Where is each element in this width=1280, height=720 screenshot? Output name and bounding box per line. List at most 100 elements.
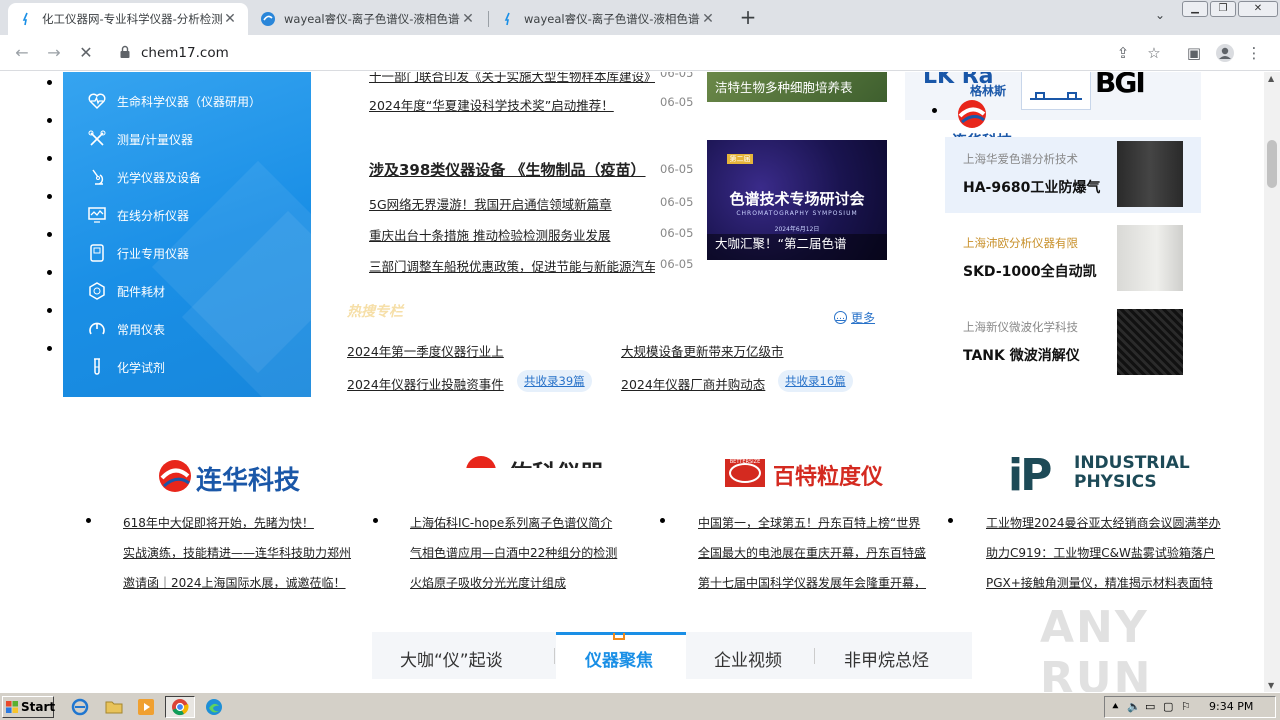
category-meters[interactable]: 常用仪表 [87, 316, 165, 342]
tab-nmhc[interactable]: 非甲烷总烃 [844, 646, 929, 671]
vendor-card[interactable]: 上海华爱色谱分析技术 HA-9680工业防爆气 [945, 137, 1201, 213]
vendor-card[interactable]: 上海沛欧分析仪器有限 SKD-1000全自动凯 [945, 221, 1201, 297]
vendor-logo-partial[interactable]: BGI [1095, 72, 1146, 99]
profile-avatar-icon[interactable] [1215, 43, 1235, 63]
tab-company-video[interactable]: 企业视频 [714, 646, 782, 671]
youke-logo-icon [466, 456, 496, 468]
brand-badge: BETTERSIZE [729, 459, 761, 465]
brand-news-link[interactable]: 中国第一，全球第五！丹东百特上榜“世界 [698, 514, 934, 531]
news-link[interactable]: 重庆出台十条措施 推动检验检测服务业发展 [369, 225, 655, 244]
category-label: 在线分析仪器 [117, 208, 190, 223]
brand-name: INDUSTRIAL PHYSICS [1074, 453, 1190, 492]
tab-close-icon[interactable]: ✕ [460, 11, 476, 27]
stop-loading-icon[interactable]: ✕ [74, 41, 98, 65]
vendor-card[interactable]: 上海新仪微波化学科技 TANK 微波消解仪 [945, 305, 1201, 381]
brand-news-link[interactable]: 火焰原子吸收分光光度计组成 [410, 574, 646, 591]
collection-count-badge[interactable]: 共收录39篇 [517, 370, 592, 392]
chromatography-banner[interactable]: 第二届 色谱技术专场研讨会 CHROMATOGRAPHY SYMPOSIUM 2… [707, 140, 887, 260]
back-arrow-icon[interactable]: ← [10, 41, 34, 65]
system-tray: ⯅ 🔈 ▭ ▢ ⚐ 9:34 PM [1104, 696, 1276, 718]
hot-topic-link[interactable]: 2024年仪器厂商并购动态 [621, 374, 765, 393]
chrome-taskbar-icon[interactable] [165, 696, 195, 718]
scrollbar-thumb[interactable] [1267, 140, 1277, 188]
category-reagents[interactable]: 化学试剂 [87, 354, 165, 380]
brand-news-link[interactable]: 工业物理2024曼谷亚太经销商会议圆满举办 [986, 514, 1222, 531]
address-bar[interactable]: chem17.com [108, 39, 1170, 67]
web-page: 生命科学仪器（仪器研用） 测量/计量仪器 光学仪器及设备 在线分析仪器 行业专用… [0, 72, 1264, 692]
folder-icon[interactable] [102, 696, 126, 718]
news-link[interactable]: 十一部门联合印发《关于实施大型生物样本库建设》 [369, 72, 655, 85]
list-bullet [47, 118, 52, 123]
volume-icon[interactable]: 🔈 [1127, 700, 1141, 713]
bookmark-star-icon[interactable]: ☆ [1144, 43, 1164, 63]
news-thumbnail[interactable]: 洁特生物多种细胞培养表 [707, 72, 887, 102]
news-link[interactable]: 三部门调整车船税优惠政策，促进节能与新能源汽车 [369, 256, 655, 275]
scroll-down-arrow-icon[interactable]: ▼ [1268, 681, 1274, 690]
side-panel-icon[interactable]: ▣ [1184, 43, 1204, 63]
heartbeat-icon [88, 93, 106, 110]
hot-topic-link[interactable]: 大规模设备更新带来万亿级市 [621, 341, 784, 360]
network-icon[interactable]: ▭ [1145, 700, 1155, 713]
vendor-logo-box[interactable] [1021, 72, 1091, 110]
collection-count-badge[interactable]: 共收录16篇 [778, 370, 853, 392]
news-link[interactable]: 2024年度“华夏建设科学技术奖”启动推荐！ [369, 95, 655, 114]
tab-search-chevron-icon[interactable]: ⌄ [1150, 8, 1170, 28]
brand-news-link[interactable]: 全国最大的电池展在重庆开幕，丹东百特盛 [698, 544, 934, 561]
brand-news-link[interactable]: 助力C919：工业物理C&W盐雾试验箱落户 [986, 544, 1222, 561]
edge-icon[interactable] [202, 696, 226, 718]
brand-news-link[interactable]: 第十七届中国科学仪器发展年会隆重开幕， [698, 574, 934, 591]
ie-icon[interactable] [68, 696, 92, 718]
tab-instrument-focus[interactable]: 仪器聚焦 [585, 646, 653, 671]
product-image [1117, 225, 1183, 291]
clock[interactable]: 9:34 PM [1209, 700, 1253, 713]
list-bullet [660, 518, 665, 523]
headline-link[interactable]: 涉及398类仪器设备 《生物制品（疫苗） [369, 159, 655, 180]
tab-expert-talk[interactable]: 大咖“仪”起谈 [400, 646, 503, 671]
category-measurement[interactable]: 测量/计量仪器 [87, 126, 193, 152]
brand-news-link[interactable]: 气相色谱应用—白酒中22种组分的检测 [410, 544, 646, 561]
category-optical[interactable]: 光学仪器及设备 [87, 164, 201, 190]
tab-chem17[interactable]: 化工仪器网-专业科学仪器-分析检测 ✕ [8, 3, 248, 35]
brand-news-link[interactable]: 618年中大促即将开始，先睹为快！ [123, 514, 359, 531]
category-online-analysis[interactable]: 在线分析仪器 [87, 202, 189, 228]
news-date: 06-05 [660, 72, 694, 80]
browser-toolbar: ← → ✕ chem17.com ⇪ ☆ ▣ ⋮ [0, 35, 1280, 71]
brand-news-link[interactable]: PGX+接触角测量仪，精准揭示材料表面特 [986, 574, 1222, 591]
hot-topic-link[interactable]: 2024年第一季度仪器行业上 [347, 341, 504, 360]
brand-logo-bettersize[interactable]: BETTERSIZE 百特粒度仪 [725, 452, 985, 502]
page-scrollbar[interactable]: ▲ ▼ [1264, 72, 1280, 692]
tab-close-icon[interactable]: ✕ [700, 11, 716, 27]
new-tab-button[interactable]: + [736, 6, 760, 30]
share-icon[interactable]: ⇪ [1113, 43, 1133, 63]
more-link[interactable]: … 更多 [834, 309, 875, 326]
category-life-science[interactable]: 生命科学仪器（仪器研用） [87, 88, 261, 114]
scroll-up-arrow-icon[interactable]: ▲ [1268, 74, 1274, 83]
tab-wayeal-1[interactable]: wayeal睿仪-离子色谱仪-液相色谱仪 ✕ [250, 3, 486, 35]
tab-wayeal-2[interactable]: wayeal睿仪-离子色谱仪-液相色谱仪 ✕ [490, 3, 726, 35]
minimize-button[interactable]: ▁ [1182, 1, 1208, 17]
wayeal-favicon-icon [260, 11, 276, 27]
monitor-tray-icon[interactable]: ▢ [1163, 700, 1173, 713]
brand-logo-industrial-physics[interactable]: iP INDUSTRIAL PHYSICS [1008, 450, 1264, 501]
browser-menu-icon[interactable]: ⋮ [1244, 43, 1264, 63]
media-player-icon[interactable] [134, 696, 158, 718]
brand-news-link[interactable]: 邀请函｜2024上海国际水展，诚邀莅临！ [123, 574, 359, 591]
brand-news-link[interactable]: 上海佑科IC-hope系列离子色谱仪简介 [410, 514, 646, 531]
tab-title: wayeal睿仪-离子色谱仪-液相色谱仪 [284, 12, 460, 26]
category-accessories[interactable]: 配件耗材 [87, 278, 165, 304]
hot-topic-link[interactable]: 2024年仪器行业投融资事件 [347, 374, 504, 393]
flag-tray-icon[interactable]: ⚐ [1181, 700, 1191, 713]
test-tube-icon [94, 358, 100, 375]
news-link[interactable]: 5G网络无界漫游！我国开启通信领域新篇章 [369, 194, 655, 213]
tab-close-icon[interactable]: ✕ [222, 11, 238, 27]
maximize-button[interactable]: ❐ [1210, 1, 1236, 17]
forward-arrow-icon[interactable]: → [42, 41, 66, 65]
category-industry[interactable]: 行业专用仪器 [87, 240, 189, 266]
brand-news-link[interactable]: 实战演练，技能精进——连华科技助力郑州 [123, 544, 359, 561]
tray-chevron-icon[interactable]: ⯅ [1111, 700, 1120, 714]
list-bullet [86, 518, 91, 523]
brand-logo-youke[interactable]: 佑科仪器 [466, 454, 726, 468]
brand-logo-lianhua[interactable]: 连华科技 [158, 452, 418, 502]
start-button[interactable]: Start [2, 696, 55, 718]
close-window-button[interactable]: ✕ [1238, 1, 1278, 17]
